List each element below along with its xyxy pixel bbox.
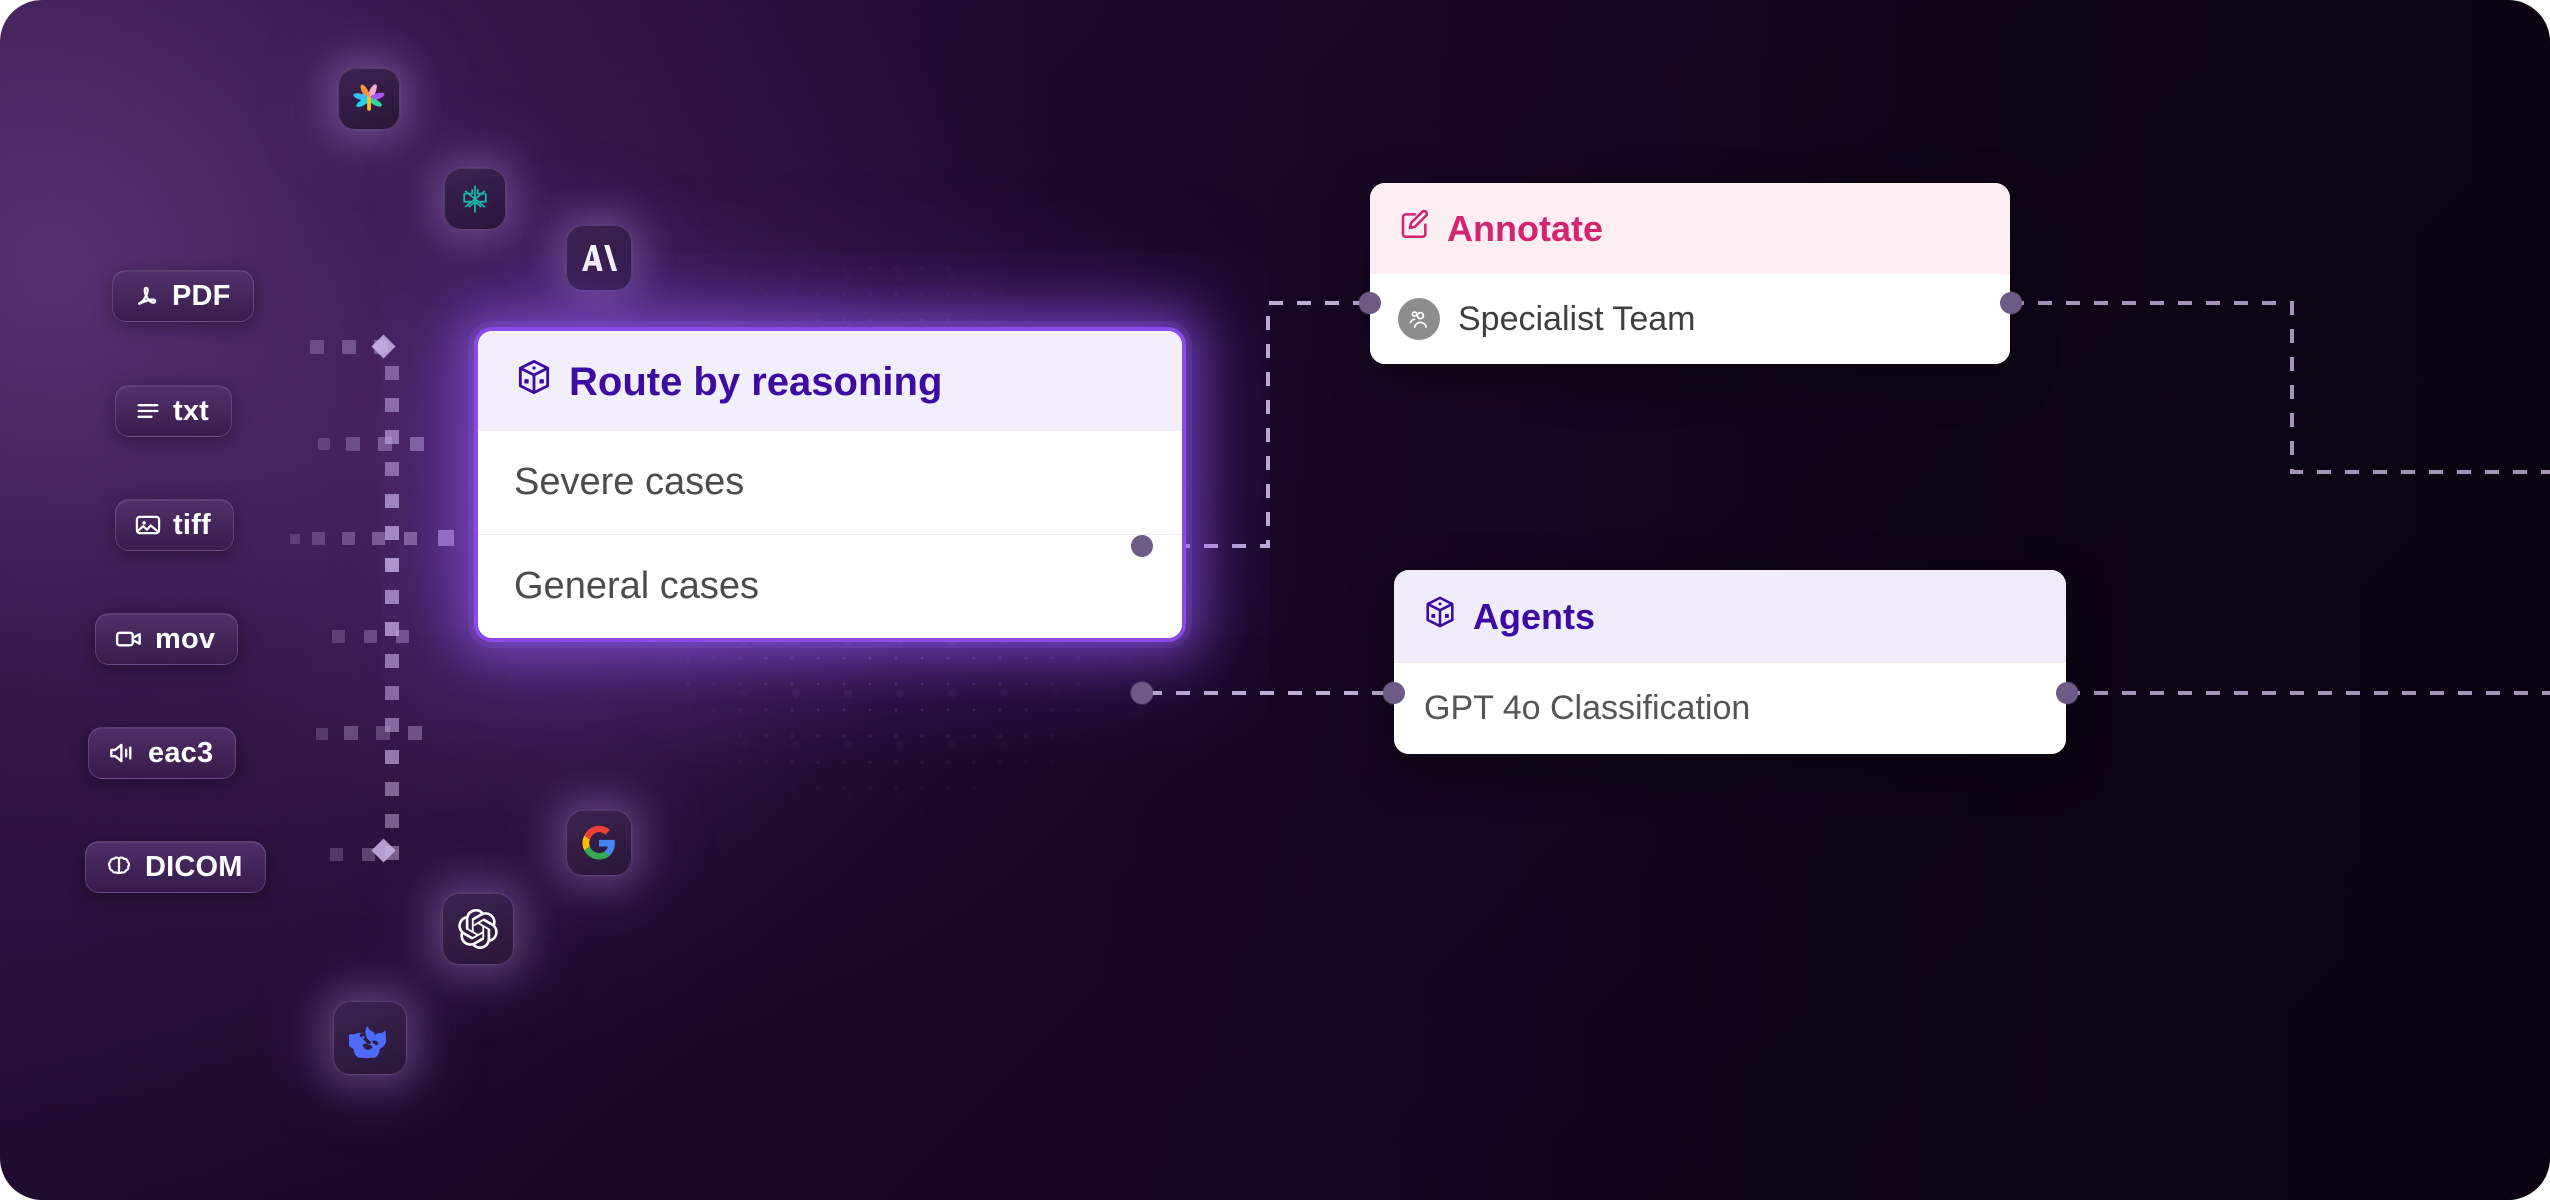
users-avatar-icon — [1398, 298, 1440, 340]
agents-row-label: GPT 4o Classification — [1424, 689, 1751, 727]
agents-card-title: Agents — [1473, 595, 1596, 637]
file-chip-label: mov — [155, 622, 216, 655]
file-chip-tiff[interactable]: tiff — [115, 499, 234, 551]
annotate-card-header: Annotate — [1370, 183, 2010, 274]
annotate-card[interactable]: Annotate Specialist Team — [1370, 183, 2010, 364]
image-icon — [134, 511, 162, 539]
route-port-severe[interactable] — [1131, 535, 1153, 557]
annotate-port-in[interactable] — [1359, 292, 1381, 314]
cube-icon — [514, 357, 554, 407]
file-chip-label: txt — [173, 394, 210, 427]
route-row-severe[interactable]: Severe cases — [478, 431, 1182, 534]
file-chip-label: tiff — [173, 508, 211, 541]
route-card-header: Route by reasoning — [478, 331, 1182, 431]
google-logo-icon — [581, 825, 617, 861]
file-chip-label: DICOM — [145, 850, 243, 883]
route-by-reasoning-card[interactable]: Route by reasoning Severe cases General … — [474, 327, 1186, 642]
model-badge-google[interactable] — [566, 810, 632, 876]
palm-logo-icon — [351, 81, 387, 117]
file-chip-label: PDF — [172, 279, 231, 312]
model-badge-mistral[interactable] — [444, 168, 506, 230]
model-badge-palm[interactable] — [338, 68, 400, 130]
openai-logo-icon — [458, 909, 498, 949]
annotate-card-title: Annotate — [1447, 207, 1603, 249]
speaker-icon — [107, 738, 137, 768]
file-chip-txt[interactable]: txt — [115, 385, 233, 437]
agents-port-out[interactable] — [2056, 682, 2078, 704]
file-chip-label: eac3 — [148, 736, 214, 769]
model-badge-deepseek[interactable] — [333, 1001, 407, 1075]
agents-row-gpt4o[interactable]: GPT 4o Classification — [1394, 663, 2066, 754]
route-row-label: General cases — [514, 565, 760, 607]
brain-icon — [104, 852, 134, 882]
annotate-row-label: Specialist Team — [1458, 299, 1696, 338]
model-badge-openai[interactable] — [442, 893, 514, 965]
agents-card[interactable]: Agents GPT 4o Classification — [1394, 570, 2066, 754]
left-dotted-network — [290, 334, 490, 863]
edge-annotate-out — [2010, 301, 2550, 474]
text-lines-icon — [134, 397, 162, 425]
file-chip-eac3[interactable]: eac3 — [88, 727, 237, 779]
cube-icon — [1422, 594, 1458, 639]
workflow-canvas: PDF txt tiff mov eac3 DICOM Route by rea… — [0, 0, 2550, 1200]
route-row-general[interactable]: General cases — [478, 534, 1182, 638]
agents-port-in[interactable] — [1383, 682, 1405, 704]
route-row-label: Severe cases — [514, 461, 745, 503]
pdf-icon — [131, 281, 161, 311]
route-card-title: Route by reasoning — [569, 359, 943, 404]
annotate-row-specialist-team[interactable]: Specialist Team — [1370, 274, 2010, 364]
agents-card-header: Agents — [1394, 570, 2066, 663]
model-badge-anthropic[interactable] — [566, 225, 632, 291]
file-chip-pdf[interactable]: PDF — [112, 270, 254, 322]
deepseek-logo-icon — [349, 1017, 391, 1059]
anthropic-logo-icon — [580, 243, 618, 273]
file-chip-dicom[interactable]: DICOM — [85, 841, 266, 893]
mistral-logo-icon — [457, 181, 493, 217]
video-camera-icon — [114, 624, 144, 654]
file-chip-mov[interactable]: mov — [95, 613, 239, 665]
pencil-square-icon — [1398, 207, 1432, 250]
route-port-general[interactable] — [1131, 682, 1153, 704]
annotate-port-out[interactable] — [2000, 292, 2022, 314]
